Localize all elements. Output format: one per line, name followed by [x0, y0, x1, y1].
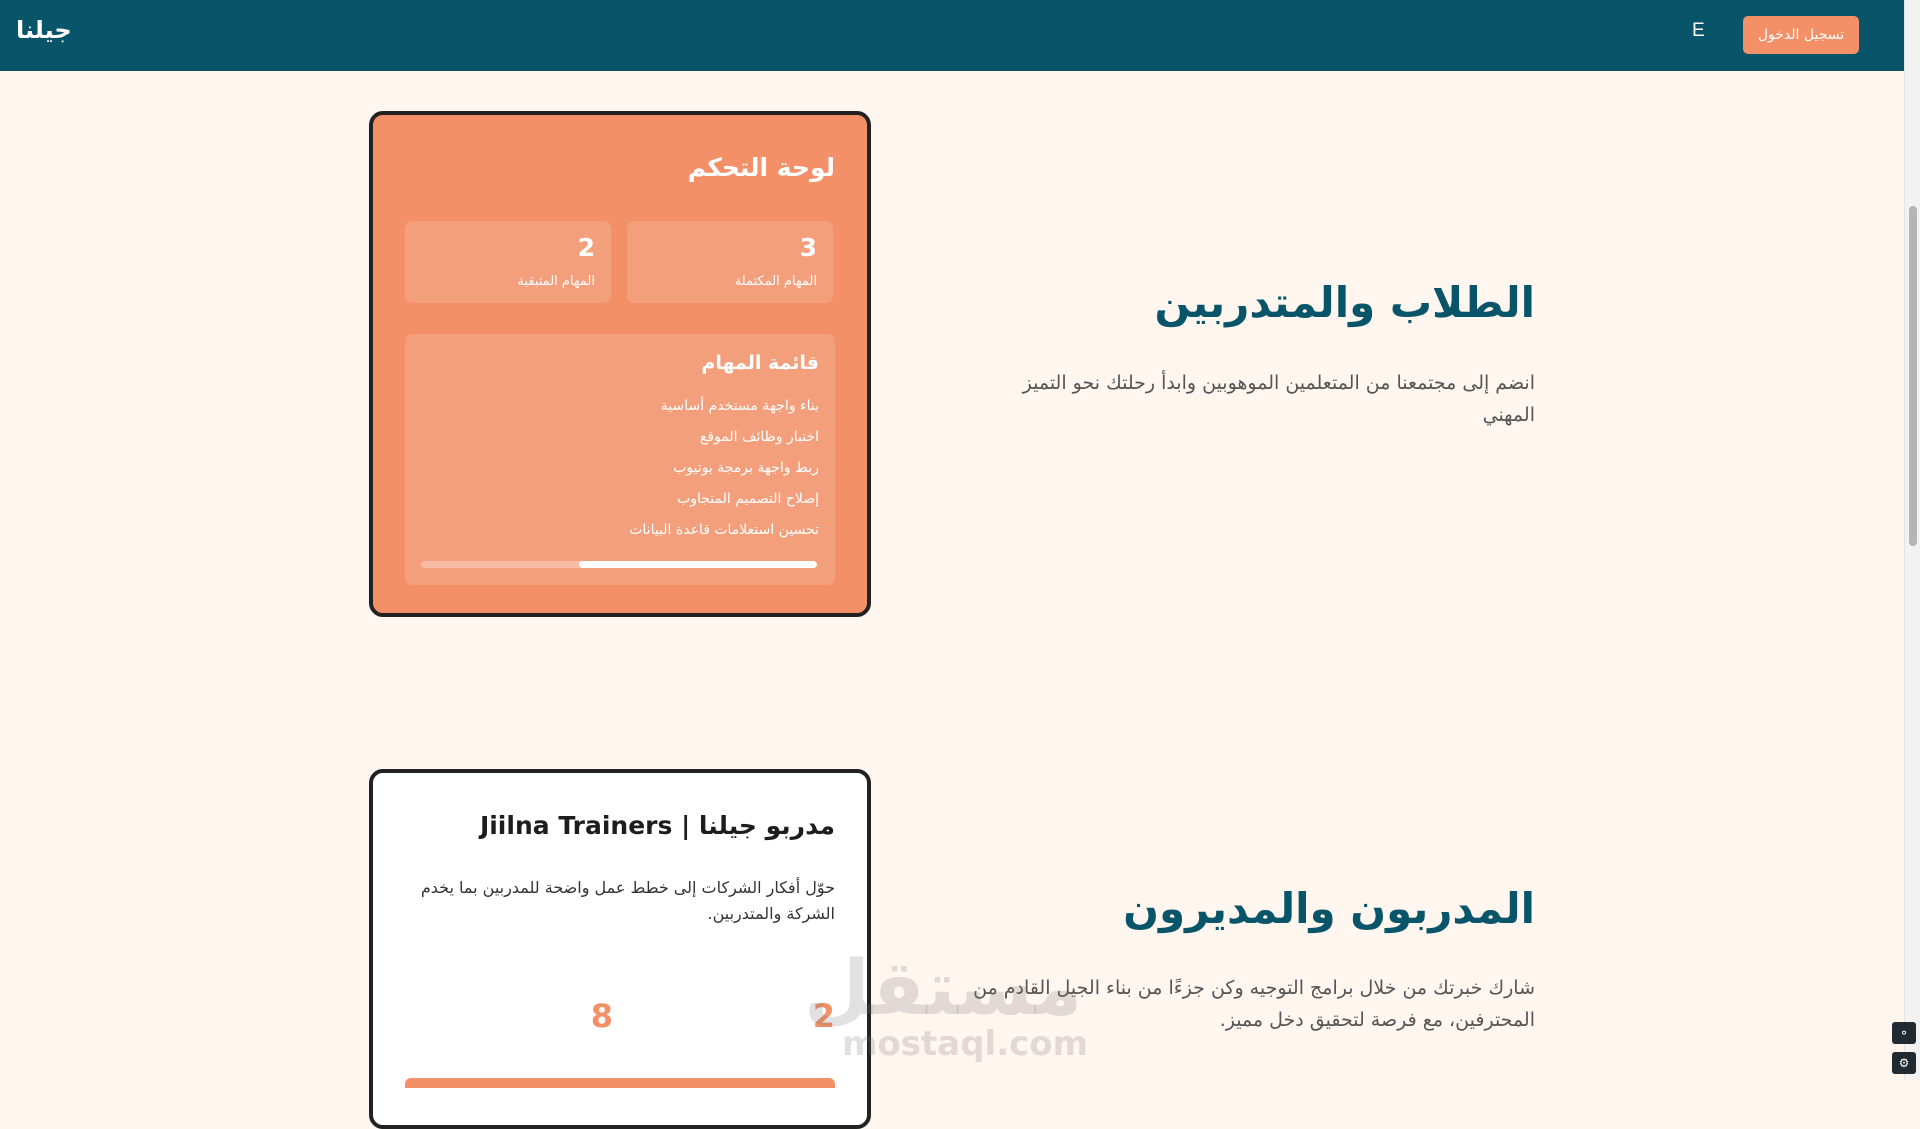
login-button[interactable]: تسجيل الدخول	[1743, 16, 1859, 54]
task-item[interactable]: ربط واجهة برمجة يوتيوب	[673, 460, 819, 476]
scrollbar-thumb[interactable]	[1909, 206, 1917, 546]
trainers-stat-number: 8	[590, 997, 613, 1035]
settings-icon[interactable]: ⚙	[1892, 1052, 1916, 1074]
trainers-stat-number: 2	[812, 997, 835, 1035]
task-item[interactable]: إصلاح التصميم المتجاوب	[677, 491, 819, 507]
task-progress-bar	[421, 561, 817, 568]
remaining-tasks-label: المهام المتبقية	[517, 274, 595, 289]
trainers-heading: المدربون والمديرون	[1123, 884, 1535, 933]
completed-tasks-count: 3	[799, 233, 817, 262]
remaining-tasks-stat: 2 المهام المتبقية	[405, 221, 611, 303]
trainers-card-title: مدربو جيلنا | Jiilna Trainers	[479, 811, 835, 840]
microphone-icon[interactable]: ⚬	[1892, 1022, 1916, 1044]
top-navbar: جيلنا E تسجيل الدخول	[0, 0, 1904, 71]
completed-tasks-stat: 3 المهام المكتملة	[627, 221, 833, 303]
trainers-card: مدربو جيلنا | Jiilna Trainers حوّل أفكار…	[369, 769, 871, 1129]
remaining-tasks-count: 2	[577, 233, 595, 262]
task-item[interactable]: تحسين استعلامات قاعدة البيانات	[629, 522, 819, 538]
task-list-panel: قائمة المهام بناء واجهة مستخدم أساسية اخ…	[405, 334, 835, 585]
task-progress-fill	[579, 561, 817, 568]
students-description: انضم إلى مجتمعنا من المتعلمين الموهوبين …	[1022, 372, 1535, 426]
language-toggle[interactable]: E	[1692, 20, 1705, 42]
task-list-title: قائمة المهام	[701, 352, 819, 374]
completed-tasks-label: المهام المكتملة	[734, 274, 817, 289]
task-item[interactable]: بناء واجهة مستخدم أساسية	[661, 398, 819, 414]
dashboard-card: لوحة التحكم 3 المهام المكتملة 2 المهام ا…	[369, 111, 871, 617]
dashboard-title: لوحة التحكم	[687, 153, 835, 182]
page-scrollbar[interactable]	[1904, 0, 1920, 1080]
trainers-card-description: حوّل أفكار الشركات إلى خطط عمل واضحة للم…	[420, 878, 835, 923]
task-item[interactable]: اختبار وظائف الموقع	[700, 429, 819, 445]
trainers-description: شارك خبرتك من خلال برامج التوجيه وكن جزء…	[973, 977, 1535, 1031]
brand-logo[interactable]: جيلنا	[16, 16, 72, 44]
students-heading: الطلاب والمتدربين	[1154, 278, 1535, 327]
